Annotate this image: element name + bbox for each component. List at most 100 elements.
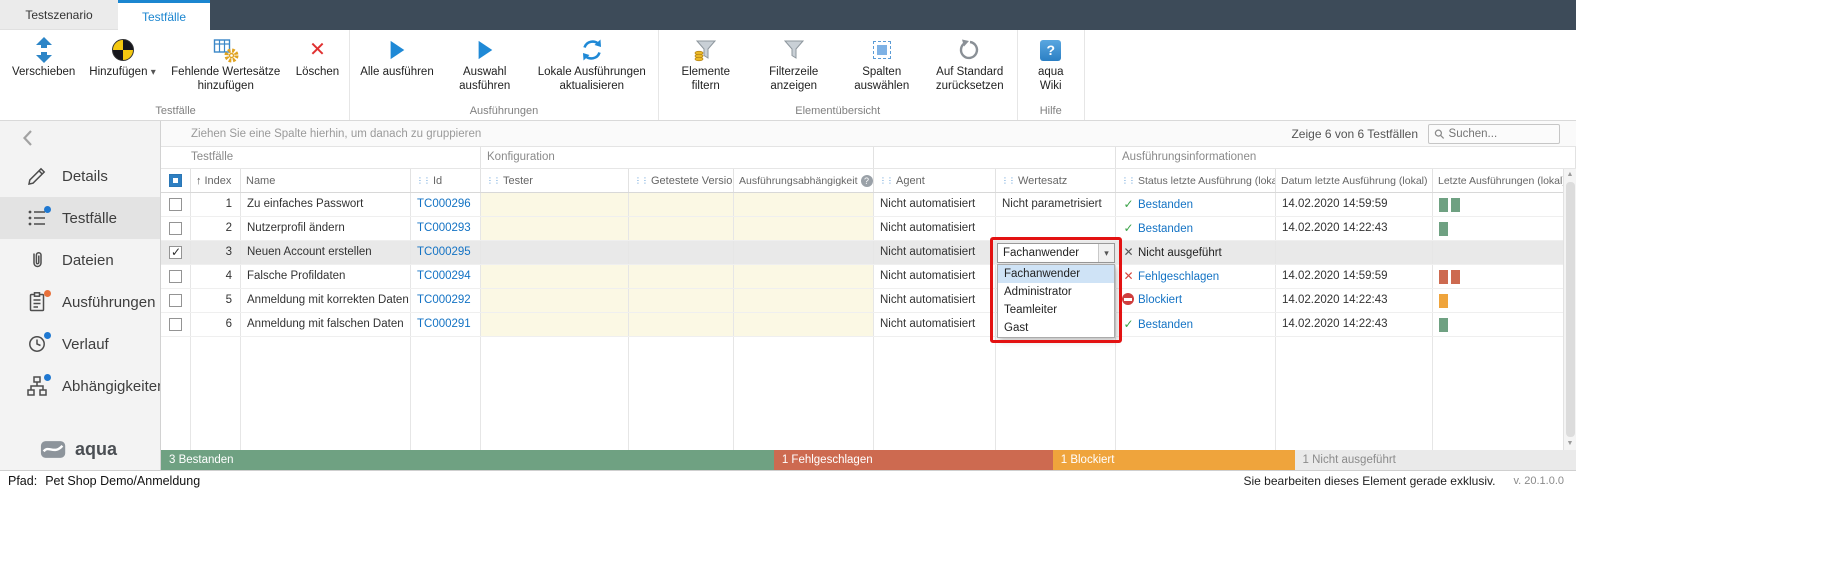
search-box[interactable] [1428,124,1560,144]
loeschen-button[interactable]: ✕ Löschen [289,31,346,79]
alle-ausfuehren-button[interactable]: Alle ausführen [353,31,441,79]
execution-failed-tile[interactable] [1451,270,1460,284]
spalten-auswaehlen-button[interactable]: Spalten auswählen [838,31,926,94]
hinzufuegen-button[interactable]: Hinzufügen ▾ [82,31,162,80]
execution-passed-tile[interactable] [1451,198,1460,212]
scroll-down-arrow-icon[interactable]: ▼ [1567,438,1574,450]
group-by-bar[interactable]: Ziehen Sie eine Spalte hierhin, um danac… [161,121,1576,147]
column-header-status[interactable]: ⋮⋮Status letzte Ausführung (lokal) [1116,169,1276,192]
cell-status: ✓Bestanden [1116,193,1276,216]
cell-ausfuehrungsabhaengigkeit[interactable] [734,241,874,264]
testcase-id-link[interactable]: TC000294 [417,270,471,282]
cell-tester[interactable] [481,313,629,336]
cell-agent: Nicht automatisiert [874,217,996,240]
add-item-icon [112,35,134,65]
column-header-datum[interactable]: Datum letzte Ausführung (lokal) [1276,169,1433,192]
tab-testszenario[interactable]: Testszenario [0,0,118,30]
sidebar-item-testfaelle[interactable]: Testfälle [0,197,160,239]
column-header-name[interactable]: Name [241,169,411,192]
vertical-scrollbar[interactable]: ▲ ▼ [1563,169,1576,450]
cell-tester[interactable] [481,265,629,288]
status-link[interactable]: Bestanden [1138,199,1193,211]
testcase-id-link[interactable]: TC000295 [417,246,471,258]
row-checkbox[interactable] [169,318,182,331]
execution-passed-tile[interactable] [1439,198,1448,212]
testcase-id-link[interactable]: TC000293 [417,222,471,234]
elemente-filtern-button[interactable]: Elemente filtern [662,31,750,94]
column-header-index[interactable]: ↑Index [191,169,241,192]
tab-testfaelle[interactable]: Testfälle [118,0,210,30]
auswahl-ausfuehren-button[interactable]: Auswahl ausführen [441,31,529,94]
row-checkbox[interactable] [169,198,182,211]
column-header-getestete-version[interactable]: ⋮⋮Getestete Version [629,169,734,192]
column-header-agent[interactable]: ⋮⋮Agent [874,169,996,192]
testcase-id-link[interactable]: TC000291 [417,318,471,330]
execution-passed-tile[interactable] [1439,222,1448,236]
cell-tester[interactable] [481,289,629,312]
cell-getestete-version[interactable] [629,241,734,264]
cell-ausfuehrungsabhaengigkeit[interactable] [734,265,874,288]
status-link[interactable]: Bestanden [1138,319,1193,331]
row-checkbox[interactable] [169,294,182,307]
sidebar-item-dateien[interactable]: Dateien [0,239,160,281]
row-checkbox[interactable] [169,222,182,235]
table-row-selected[interactable]: 3 Neuen Account erstellen TC000295 Nicht… [161,241,1576,265]
cell-tester[interactable] [481,241,629,264]
sidebar-item-details[interactable]: Details [0,155,160,197]
cell-ausfuehrungsabhaengigkeit[interactable] [734,313,874,336]
table-row[interactable]: 1 Zu einfaches Passwort TC000296 Nicht a… [161,193,1576,217]
column-header-id[interactable]: ⋮⋮Id [411,169,481,192]
collapse-sidebar-button[interactable] [0,121,160,155]
wertesatz-combobox[interactable]: Fachanwender ▾ [997,243,1115,263]
aqua-wiki-button[interactable]: ? aqua Wiki [1021,31,1081,94]
cell-getestete-version[interactable] [629,289,734,312]
execution-blocked-tile[interactable] [1439,294,1448,308]
verschieben-button[interactable]: Verschieben [5,31,82,79]
dropdown-option[interactable]: Administrator [998,283,1114,301]
column-header-wertesatz[interactable]: ⋮⋮Wertesatz [996,169,1116,192]
row-checkbox[interactable] [169,270,182,283]
column-header-letzte-ausfuehrungen[interactable]: Letzte Ausführungen (lokal) [1433,169,1576,192]
execution-passed-tile[interactable] [1439,318,1448,332]
search-input[interactable] [1449,128,1554,140]
cell-ausfuehrungsabhaengigkeit[interactable] [734,289,874,312]
fehlende-wertesaetze-button[interactable]: Fehlende Wertesätze hinzufügen [163,31,289,94]
sidebar-item-ausfuehrungen[interactable]: Ausführungen [0,281,160,323]
scrollbar-thumb[interactable] [1566,182,1575,437]
column-header-tester[interactable]: ⋮⋮Tester [481,169,629,192]
table-row[interactable]: 4 Falsche Profildaten TC000294 Nicht aut… [161,265,1576,289]
cell-agent: Nicht automatisiert [874,241,996,264]
lokale-ausfuehrungen-aktualisieren-button[interactable]: Lokale Ausführungen aktualisieren [529,31,655,94]
table-row[interactable]: 2 Nutzerprofil ändern TC000293 Nicht aut… [161,217,1576,241]
scroll-up-arrow-icon[interactable]: ▲ [1567,169,1574,181]
table-row[interactable]: 6 Anmeldung mit falschen Daten TC000291 … [161,313,1576,337]
filterzeile-anzeigen-button[interactable]: Filterzeile anzeigen [750,31,838,94]
row-checkbox-checked[interactable] [169,246,182,259]
select-all-checkbox[interactable] [169,174,182,187]
execution-failed-tile[interactable] [1439,270,1448,284]
testcase-id-link[interactable]: TC000296 [417,198,471,210]
cell-ausfuehrungsabhaengigkeit[interactable] [734,193,874,216]
status-link[interactable]: Blockiert [1138,294,1182,306]
status-link[interactable]: Bestanden [1138,223,1193,235]
info-icon[interactable]: ? [861,175,873,187]
cell-ausfuehrungsabhaengigkeit[interactable] [734,217,874,240]
cell-tester[interactable] [481,217,629,240]
chevron-down-icon[interactable]: ▾ [1098,244,1114,262]
auf-standard-zuruecksetzen-button[interactable]: Auf Standard zurücksetzen [926,31,1014,94]
dropdown-option[interactable]: Fachanwender [998,265,1114,283]
cell-getestete-version[interactable] [629,265,734,288]
cell-tester[interactable] [481,193,629,216]
column-header-ausfuehrungsabhaengigkeit[interactable]: Ausführungsabhängigkeit? [734,169,874,192]
status-link[interactable]: Fehlgeschlagen [1138,271,1219,283]
dropdown-option[interactable]: Teamleiter [998,301,1114,319]
cell-getestete-version[interactable] [629,313,734,336]
sidebar-item-abhaengigkeiten[interactable]: Abhängigkeiten [0,365,160,407]
cell-last-executions [1433,193,1576,216]
table-row[interactable]: 5 Anmeldung mit korrekten Daten TC000292… [161,289,1576,313]
testcase-id-link[interactable]: TC000292 [417,294,471,306]
dropdown-option[interactable]: Gast [998,319,1114,337]
cell-getestete-version[interactable] [629,193,734,216]
sidebar-item-verlauf[interactable]: Verlauf [0,323,160,365]
cell-getestete-version[interactable] [629,217,734,240]
